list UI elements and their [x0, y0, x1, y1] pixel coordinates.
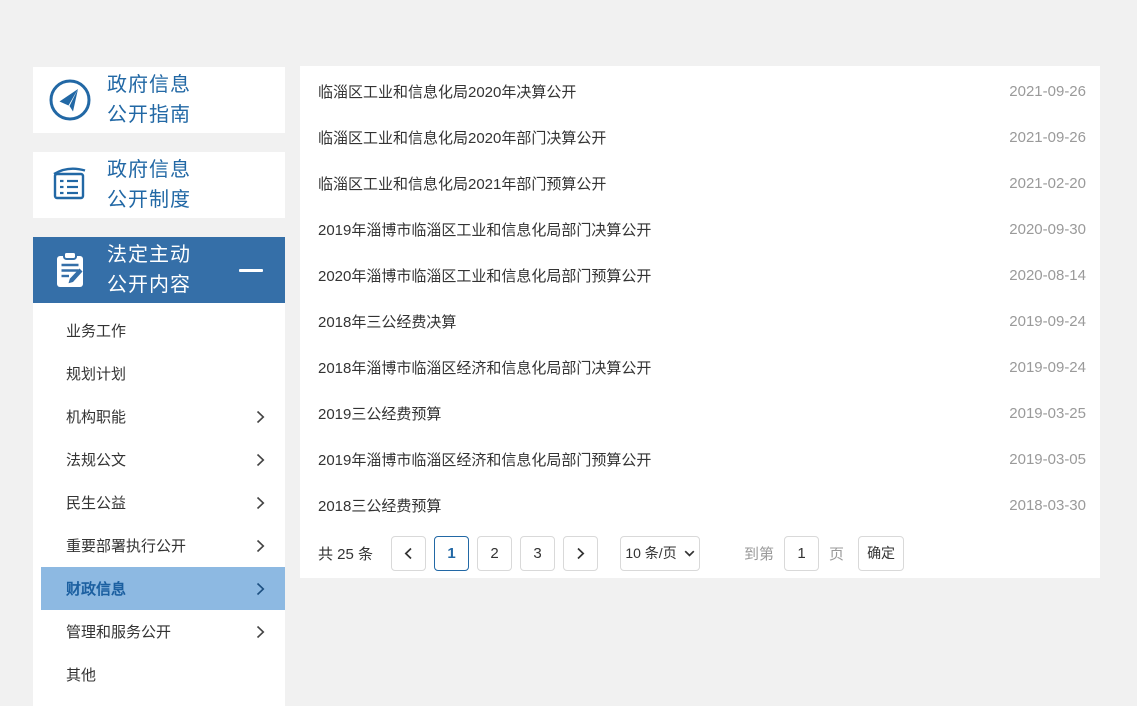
main-panel: 临淄区工业和信息化局2020年决算公开2021-09-26临淄区工业和信息化局2…	[300, 66, 1100, 578]
next-page-button[interactable]	[563, 536, 598, 571]
prev-page-button[interactable]	[391, 536, 426, 571]
sidebar-menu-item[interactable]: 其他	[33, 653, 285, 696]
news-date: 2020-09-30	[989, 221, 1086, 238]
page-number-buttons: 123	[434, 536, 563, 571]
sidebar-card-legal-disclosure[interactable]: 法定主动 公开内容	[33, 237, 285, 303]
news-title[interactable]: 2018三公经费预算	[318, 495, 441, 516]
pagination-total: 共 25 条	[318, 543, 373, 564]
chevron-right-icon	[256, 410, 265, 424]
compass-icon	[33, 77, 107, 123]
news-title[interactable]: 临淄区工业和信息化局2020年部门决算公开	[318, 127, 606, 148]
sidebar-menu-item[interactable]: 机构职能	[33, 395, 285, 438]
news-date: 2019-09-24	[989, 313, 1086, 330]
minus-icon[interactable]	[239, 269, 263, 272]
sidebar-card-system[interactable]: 政府信息 公开制度	[33, 152, 285, 218]
news-date: 2019-09-24	[989, 359, 1086, 376]
news-row[interactable]: 2018年淄博市临淄区经济和信息化局部门决算公开 2019-09-24	[300, 344, 1100, 390]
chevron-down-icon	[684, 550, 695, 557]
news-list: 临淄区工业和信息化局2020年决算公开2021-09-26临淄区工业和信息化局2…	[300, 66, 1100, 528]
goto-page-prefix: 到第	[744, 543, 774, 564]
news-row[interactable]: 2019年淄博市临淄区工业和信息化局部门决算公开 2020-09-30	[300, 206, 1100, 252]
news-date: 2020-08-14	[989, 267, 1086, 284]
news-row[interactable]: 2018年三公经费决算 2019-09-24	[300, 298, 1100, 344]
news-row[interactable]: 2018三公经费预算 2018-03-30	[300, 482, 1100, 528]
sidebar: 政府信息 公开指南 政府信息 公开制度	[33, 67, 285, 706]
news-title[interactable]: 临淄区工业和信息化局2020年决算公开	[318, 81, 576, 102]
goto-page-input[interactable]	[784, 536, 819, 571]
news-date: 2021-02-20	[989, 175, 1086, 192]
system-label-line2: 公开制度	[107, 189, 191, 211]
page-size-label: 10 条/页	[625, 543, 676, 563]
news-title[interactable]: 2019年淄博市临淄区工业和信息化局部门决算公开	[318, 219, 651, 240]
news-date: 2019-03-05	[989, 451, 1086, 468]
page-button-3[interactable]: 3	[520, 536, 555, 571]
news-title[interactable]: 临淄区工业和信息化局2021年部门预算公开	[318, 173, 606, 194]
sidebar-card-legal-label: 法定主动 公开内容	[107, 240, 191, 300]
legal-label-line1: 法定主动	[107, 244, 191, 266]
chevron-right-icon	[256, 453, 265, 467]
menu-item-label: 业务工作	[66, 320, 126, 341]
news-row[interactable]: 2019三公经费预算 2019-03-25	[300, 390, 1100, 436]
news-row[interactable]: 2020年淄博市临淄区工业和信息化局部门预算公开 2020-08-14	[300, 252, 1100, 298]
menu-item-label: 民生公益	[66, 492, 126, 513]
system-label-line1: 政府信息	[107, 159, 191, 181]
menu-item-label: 重要部署执行公开	[66, 535, 186, 556]
menu-item-label: 其他	[66, 664, 96, 685]
news-date: 2018-03-30	[989, 497, 1086, 514]
sidebar-menu-item[interactable]: 法规公文	[33, 438, 285, 481]
news-date: 2021-09-26	[989, 129, 1086, 146]
chevron-left-icon	[404, 547, 413, 560]
news-title[interactable]: 2019三公经费预算	[318, 403, 441, 424]
legal-label-line2: 公开内容	[107, 274, 191, 296]
sidebar-card-guide-label: 政府信息 公开指南	[107, 70, 191, 130]
news-date: 2019-03-25	[989, 405, 1086, 422]
chevron-right-icon	[256, 625, 265, 639]
sidebar-menu-item[interactable]: 民生公益	[33, 481, 285, 524]
news-title[interactable]: 2019年淄博市临淄区经济和信息化局部门预算公开	[318, 449, 651, 470]
menu-item-label: 机构职能	[66, 406, 126, 427]
sidebar-menu-item[interactable]: 财政信息	[41, 567, 285, 610]
page-button-2[interactable]: 2	[477, 536, 512, 571]
news-row[interactable]: 2019年淄博市临淄区经济和信息化局部门预算公开 2019-03-05	[300, 436, 1100, 482]
chevron-right-icon	[256, 539, 265, 553]
goto-page-suffix: 页	[829, 543, 844, 564]
chevron-right-icon	[256, 582, 265, 596]
confirm-button[interactable]: 确定	[858, 536, 904, 571]
sidebar-menu-item[interactable]: 管理和服务公开	[33, 610, 285, 653]
guide-label-line1: 政府信息	[107, 74, 191, 96]
sidebar-menu-item[interactable]: 重要部署执行公开	[33, 524, 285, 567]
news-title[interactable]: 2020年淄博市临淄区工业和信息化局部门预算公开	[318, 265, 651, 286]
news-title[interactable]: 2018年淄博市临淄区经济和信息化局部门决算公开	[318, 357, 651, 378]
menu-item-label: 财政信息	[66, 578, 126, 599]
chevron-right-icon	[576, 547, 585, 560]
news-row[interactable]: 临淄区工业和信息化局2021年部门预算公开 2021-02-20	[300, 160, 1100, 206]
page-button-1[interactable]: 1	[434, 536, 469, 571]
sidebar-menu-item[interactable]: 业务工作	[33, 309, 285, 352]
sidebar-card-guide[interactable]: 政府信息 公开指南	[33, 67, 285, 133]
menu-item-label: 管理和服务公开	[66, 621, 171, 642]
sidebar-menu-item[interactable]: 规划计划	[33, 352, 285, 395]
news-row[interactable]: 临淄区工业和信息化局2020年决算公开 2021-09-26	[300, 68, 1100, 114]
ledger-book-icon	[33, 162, 107, 208]
sidebar-card-system-label: 政府信息 公开制度	[107, 155, 191, 215]
news-row[interactable]: 临淄区工业和信息化局2020年部门决算公开 2021-09-26	[300, 114, 1100, 160]
sidebar-menu: 业务工作规划计划机构职能法规公文民生公益重要部署执行公开财政信息管理和服务公开其…	[33, 303, 285, 706]
page-size-select[interactable]: 10 条/页	[620, 536, 700, 571]
menu-item-label: 规划计划	[66, 363, 126, 384]
pagination-bar: 共 25 条 123 10 条/页 到第 页 确定	[300, 528, 1100, 578]
clipboard-pen-icon	[33, 247, 107, 293]
guide-label-line2: 公开指南	[107, 104, 191, 126]
chevron-right-icon	[256, 496, 265, 510]
menu-item-label: 法规公文	[66, 449, 126, 470]
news-date: 2021-09-26	[989, 83, 1086, 100]
news-title[interactable]: 2018年三公经费决算	[318, 311, 456, 332]
